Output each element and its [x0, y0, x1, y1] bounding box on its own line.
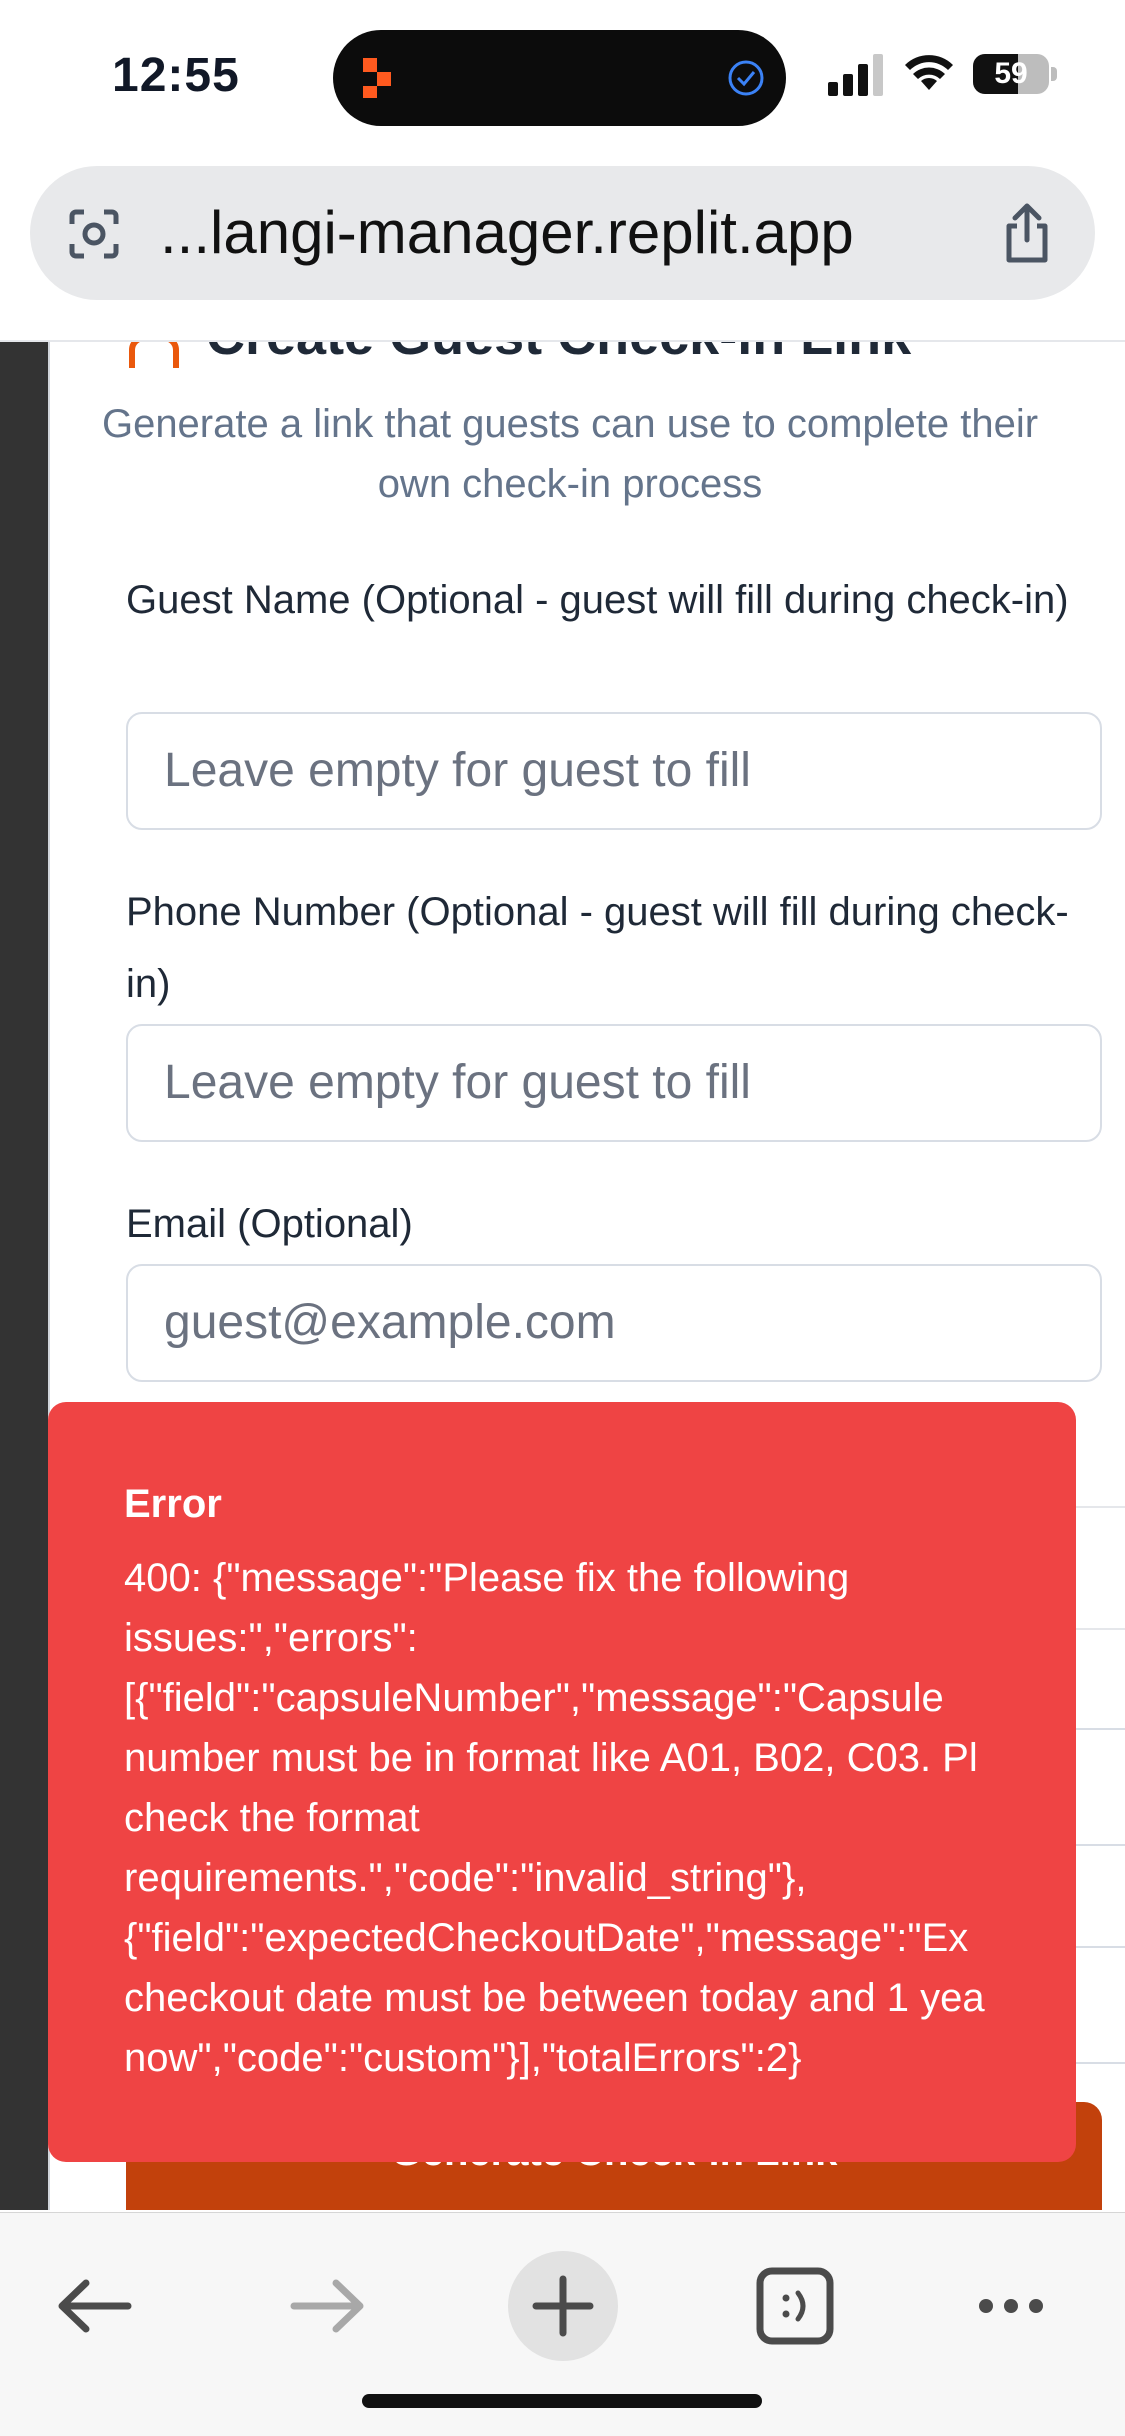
new-tab-plus-icon — [532, 2275, 594, 2337]
back-arrow-icon — [58, 2279, 132, 2333]
toast-message-line: [{"field":"capsuleNumber","message":"Cap… — [124, 1676, 944, 1720]
share-icon[interactable] — [1001, 202, 1053, 264]
cellular-signal-icon — [828, 54, 883, 96]
email-input[interactable]: guest@example.com — [126, 1264, 1102, 1382]
more-icon — [979, 2299, 1043, 2313]
toast-message-line: 400: {"message":"Please fix the followin… — [124, 1556, 850, 1600]
toast-message-line: issues:","errors": — [124, 1616, 418, 1660]
phone-input[interactable]: Leave empty for guest to fill — [126, 1024, 1102, 1142]
home-indicator[interactable] — [362, 2394, 762, 2408]
toast-message-line: number must be in format like A01, B02, … — [124, 1736, 978, 1780]
tabs-button[interactable] — [740, 2251, 850, 2361]
card-description: Generate a link that guests can use to c… — [101, 402, 1039, 506]
tabs-icon — [756, 2267, 834, 2345]
battery-icon: 59 — [973, 54, 1057, 94]
page-settings-icon[interactable] — [66, 206, 122, 262]
email-label: Email (Optional) — [126, 1202, 413, 1246]
more-button[interactable] — [956, 2251, 1066, 2361]
toast-message-line: now","code":"custom"}],"totalErrors":2} — [124, 2036, 802, 2080]
email-placeholder: guest@example.com — [164, 1296, 616, 1349]
card-title: Create Guest Check-in Link — [206, 342, 911, 366]
error-toast[interactable]: Error 400: {"message":"Please fix the fo… — [48, 1402, 1076, 2162]
toast-message: 400: {"message":"Please fix the followin… — [124, 1548, 1076, 2088]
phone-placeholder: Leave empty for guest to fill — [164, 1056, 751, 1109]
guest-name-placeholder: Leave empty for guest to fill — [164, 744, 751, 797]
address-bar[interactable]: ...langi-manager.replit.app — [30, 166, 1095, 300]
status-time: 12:55 — [112, 49, 240, 102]
app-activity-icon — [363, 58, 391, 98]
battery-level-text: 59 — [994, 57, 1028, 90]
toast-message-line: {"field":"expectedCheckoutDate","message… — [124, 1916, 969, 1960]
back-button[interactable] — [40, 2251, 150, 2361]
phone-label: Phone Number (Optional - guest will fill… — [126, 890, 1069, 1006]
toast-title: Error — [124, 1482, 222, 1526]
forward-arrow-icon — [290, 2279, 364, 2333]
toast-message-line: requirements.","code":"invalid_string"}, — [124, 1856, 807, 1900]
guest-name-input[interactable]: Leave empty for guest to fill — [126, 712, 1102, 830]
guest-name-label: Guest Name (Optional - guest will fill d… — [126, 578, 1069, 622]
dynamic-island — [333, 30, 786, 126]
url-text[interactable]: ...langi-manager.replit.app — [160, 194, 854, 272]
toast-message-line: checkout date must be between today and … — [124, 1976, 985, 2020]
user-plus-icon — [129, 342, 179, 368]
check-circle-icon — [728, 60, 764, 96]
status-bar: 12:55 59 — [0, 0, 1125, 150]
toast-message-line: check the format — [124, 1796, 420, 1840]
forward-button[interactable] — [272, 2251, 382, 2361]
new-tab-button[interactable] — [508, 2251, 618, 2361]
wifi-icon — [905, 55, 953, 90]
sidebar-overlay — [0, 342, 48, 2210]
